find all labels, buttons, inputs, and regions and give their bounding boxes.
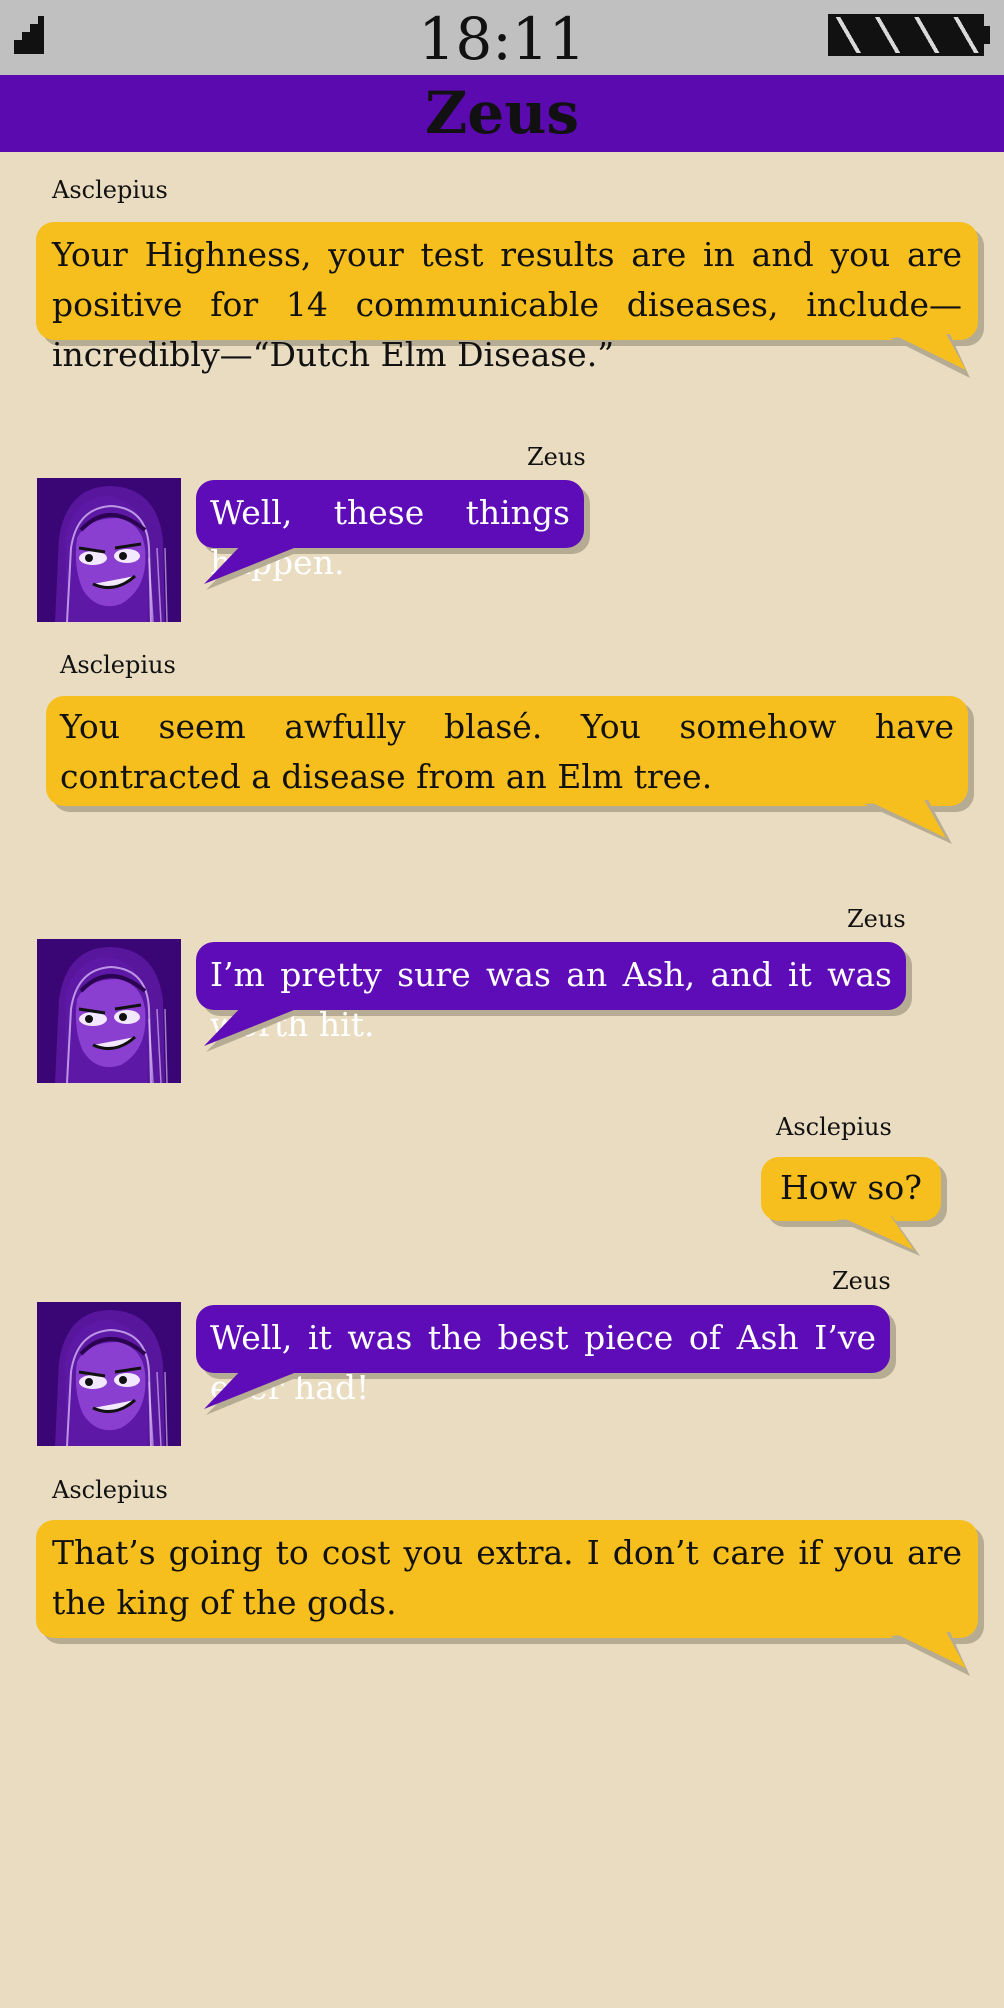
- bubble-tail: [204, 1002, 314, 1052]
- message-bubble-zeus[interactable]: I’m pretty sure was an Ash, and it was w…: [196, 942, 906, 1044]
- message-bubble-asclepius[interactable]: You seem awfully blasé. You somehow have…: [46, 696, 968, 806]
- zeus-avatar: [37, 939, 181, 1083]
- battery-tip: [982, 26, 990, 44]
- message-bubble-zeus[interactable]: Well, these things happen.: [196, 480, 584, 582]
- bubble-tail: [204, 540, 314, 590]
- message-text: Your Highness, your test results are in …: [52, 235, 962, 374]
- message-bubble-zeus[interactable]: Well, it was the best piece of Ash I’ve …: [196, 1305, 890, 1407]
- zeus-avatar: [37, 478, 181, 622]
- bubble-tail: [884, 1628, 970, 1676]
- bubble-tail: [204, 1365, 314, 1415]
- message-sender: Asclepius: [52, 1476, 168, 1504]
- chat-title: Zeus: [424, 79, 580, 147]
- message-text: That’s going to cost you extra. I don’t …: [52, 1533, 962, 1622]
- battery-icon: [828, 14, 984, 56]
- message-text: You seem awfully blasé. You somehow have…: [60, 707, 954, 796]
- message-sender: Zeus: [847, 905, 906, 933]
- message-sender: Zeus: [832, 1267, 891, 1295]
- message-bubble-asclepius[interactable]: Your Highness, your test results are in …: [36, 222, 978, 374]
- bubble-tail: [830, 1212, 920, 1256]
- message-sender: Asclepius: [776, 1113, 892, 1141]
- bubble-tail: [884, 330, 970, 378]
- message-sender: Asclepius: [52, 176, 168, 204]
- message-text: How so?: [780, 1168, 922, 1207]
- message-sender: Asclepius: [60, 651, 176, 679]
- message-sender: Zeus: [527, 443, 586, 471]
- status-bar: 18:11: [0, 0, 1004, 75]
- bubble-tail: [858, 796, 952, 844]
- chat-header: Zeus: [0, 75, 1004, 152]
- zeus-avatar: [37, 1302, 181, 1446]
- message-bubble-asclepius[interactable]: That’s going to cost you extra. I don’t …: [36, 1520, 978, 1638]
